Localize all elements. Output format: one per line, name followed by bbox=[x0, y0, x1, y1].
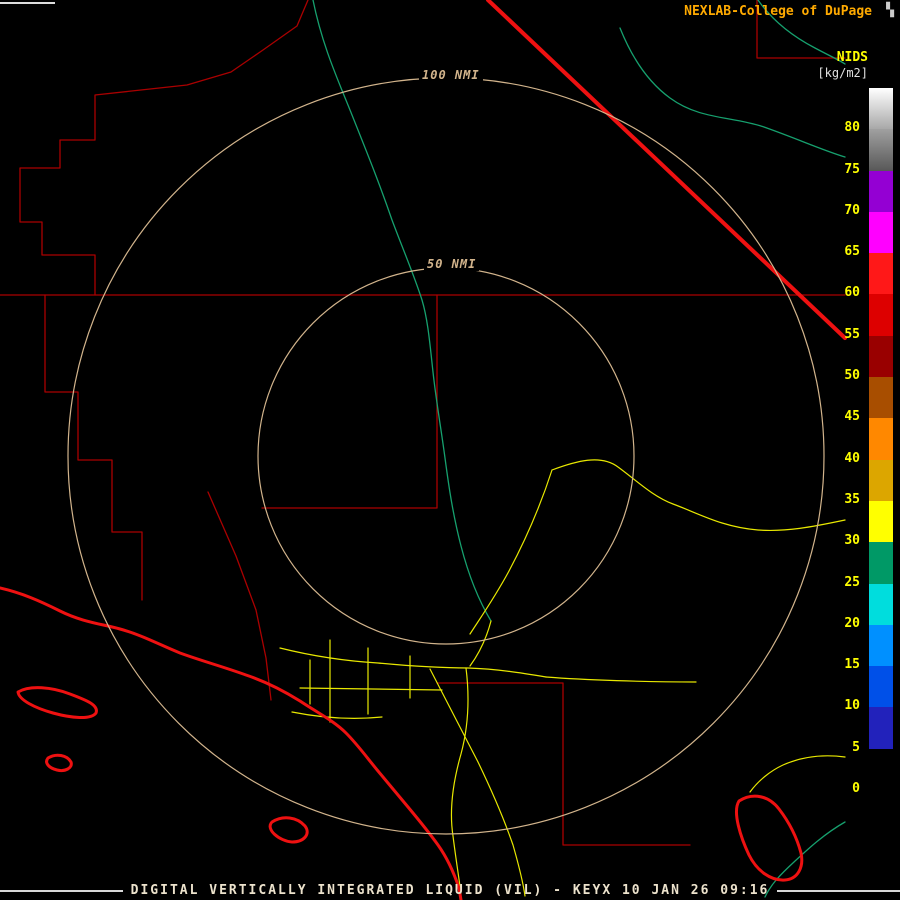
coastline bbox=[0, 588, 461, 900]
colorbar-segment bbox=[869, 707, 893, 748]
colorbar-ticks: 80757065605550454035302520151050 bbox=[834, 88, 860, 790]
colorbar-segment bbox=[869, 542, 893, 583]
colorbar-segment bbox=[869, 253, 893, 294]
colorbar-tick: 5 bbox=[834, 741, 860, 755]
colorbar-segment bbox=[869, 460, 893, 501]
island-4 bbox=[736, 796, 801, 880]
range-ring-50 bbox=[258, 268, 634, 644]
colorbar-units: [kg/m2] bbox=[817, 66, 868, 80]
colorbar-segment bbox=[869, 294, 893, 335]
county-line-la-east bbox=[262, 295, 437, 508]
state-border-line bbox=[488, 0, 845, 338]
colorbar-segment bbox=[869, 171, 893, 212]
colorbar: NIDS [kg/m2] 807570656055504540353025201… bbox=[830, 0, 900, 900]
colorbar-segment bbox=[869, 418, 893, 459]
colorbar-segments bbox=[869, 88, 893, 790]
colorbar-tick: 45 bbox=[834, 410, 860, 424]
highway-south-2 bbox=[451, 668, 468, 894]
colorbar-tick: 60 bbox=[834, 286, 860, 300]
colorbar-tick: 35 bbox=[834, 493, 860, 507]
colorbar-tick: 10 bbox=[834, 699, 860, 713]
colorbar-segment bbox=[869, 584, 893, 625]
highway-connector bbox=[470, 621, 491, 666]
status-bar: DIGITAL VERTICALLY INTEGRATED LIQUID (VI… bbox=[0, 883, 900, 898]
highway-south-1 bbox=[430, 669, 525, 896]
range-ring-100 bbox=[68, 78, 824, 834]
highway-basin-east bbox=[546, 677, 696, 682]
highway-center-descent bbox=[470, 470, 552, 634]
range-rings bbox=[68, 78, 824, 834]
colorbar-segment bbox=[869, 129, 893, 170]
range-ring-label-100: 100 NMI bbox=[419, 68, 483, 82]
colorbar-tick: 0 bbox=[834, 782, 860, 796]
rivers bbox=[313, 0, 845, 897]
colorbar-segment bbox=[869, 501, 893, 542]
status-bar-line-left bbox=[0, 890, 123, 892]
highway-east-long bbox=[552, 460, 845, 531]
colorbar-tick: 65 bbox=[834, 245, 860, 259]
coastline-group bbox=[0, 588, 802, 900]
colorbar-segment bbox=[869, 666, 893, 707]
county-line-northwest bbox=[20, 0, 308, 295]
colorbar-tick: 40 bbox=[834, 452, 860, 466]
colorbar-segment bbox=[869, 625, 893, 666]
product-title: DIGITAL VERTICALLY INTEGRATED LIQUID (VI… bbox=[131, 883, 770, 898]
island-3 bbox=[270, 818, 307, 842]
island-1 bbox=[18, 688, 96, 718]
island-2 bbox=[47, 755, 72, 770]
colorbar-tick: 30 bbox=[834, 534, 860, 548]
colorbar-tick: 75 bbox=[834, 163, 860, 177]
colorbar-tick: 70 bbox=[834, 204, 860, 218]
county-line-ventura bbox=[208, 492, 271, 700]
river-northeast bbox=[620, 28, 845, 157]
colorbar-tick: 15 bbox=[834, 658, 860, 672]
colorbar-tick: 80 bbox=[834, 121, 860, 135]
colorbar-segment bbox=[869, 377, 893, 418]
colorbar-tick: 55 bbox=[834, 328, 860, 342]
colorbar-segment bbox=[869, 749, 893, 790]
colorbar-tick: 50 bbox=[834, 369, 860, 383]
colorbar-segment bbox=[869, 88, 893, 129]
colorbar-segment bbox=[869, 336, 893, 377]
highway-basin-main bbox=[280, 648, 546, 677]
county-line-southeast bbox=[437, 683, 690, 845]
county-line-west-steps bbox=[45, 295, 142, 600]
colorbar-title: NIDS bbox=[837, 50, 868, 65]
highway-basin-h2 bbox=[300, 688, 442, 690]
colorbar-segment bbox=[869, 212, 893, 253]
status-bar-line-right bbox=[777, 890, 900, 892]
range-ring-label-50: 50 NMI bbox=[424, 257, 479, 271]
radar-display: 100 NMI 50 NMI NEXLAB-College of DuPage … bbox=[0, 0, 900, 900]
radar-map bbox=[0, 0, 900, 900]
colorbar-tick: 20 bbox=[834, 617, 860, 631]
top-left-line bbox=[0, 2, 55, 4]
state-border bbox=[488, 0, 845, 338]
colorbar-tick: 25 bbox=[834, 576, 860, 590]
